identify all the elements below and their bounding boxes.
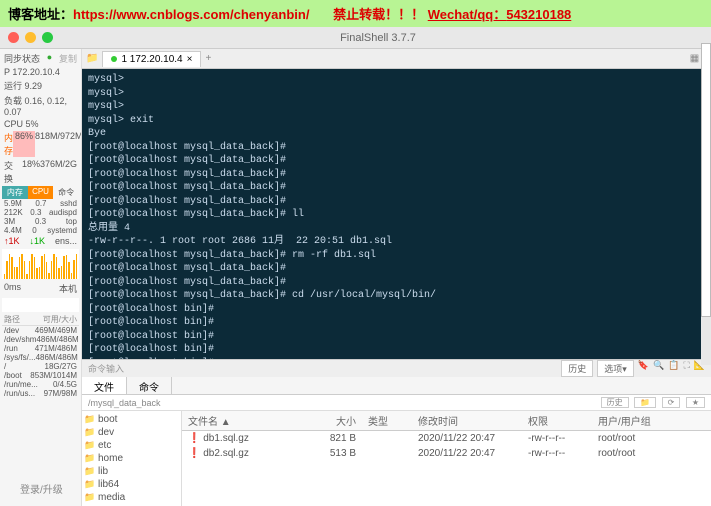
blog-url[interactable]: https://www.cnblogs.com/chenyanbin/ <box>73 7 309 22</box>
process-list: 5.9M0.7sshd212K0.3audispd3M0.3top4.4M0sy… <box>2 199 79 235</box>
terminal-footer: 命令输入 历史 选项▾ 🔖 🔍 📋 ⛶ 📐 <box>82 359 711 377</box>
scrollbar[interactable] <box>701 43 711 365</box>
star-icon[interactable]: ★ <box>686 397 705 408</box>
file-row[interactable]: ❗ db2.sql.gz513 B2020/11/22 20:47-rw-r--… <box>182 446 711 461</box>
tree-item[interactable]: boot <box>84 413 179 426</box>
expand-icon[interactable]: ⛶ <box>683 360 689 377</box>
login-link[interactable]: 登录/升级 <box>20 481 63 496</box>
folder-icon[interactable]: 📁 <box>86 53 98 64</box>
folder-tree[interactable]: bootdevetchomeliblib64mediamntmysql_data… <box>82 411 182 506</box>
close-icon[interactable] <box>8 32 19 43</box>
file-list[interactable]: 文件名 ▲ 大小 类型 修改时间 权限 用户/用户组 ❗ db1.sql.gz8… <box>182 411 711 506</box>
file-panel-tabs[interactable]: 文件 命令 <box>82 377 711 395</box>
bookmark-icon[interactable]: 🔖 <box>638 360 649 377</box>
tree-item[interactable]: etc <box>84 439 179 452</box>
search-icon[interactable]: 🔍 <box>653 360 664 377</box>
tree-item[interactable]: dev <box>84 426 179 439</box>
tree-item[interactable]: media <box>84 491 179 504</box>
maximize-icon[interactable] <box>42 32 53 43</box>
status-dot-icon <box>111 56 117 62</box>
file-row[interactable]: ❗ db1.sql.gz821 B2020/11/22 20:47-rw-r--… <box>182 431 711 446</box>
session-tabbar: 📁 1 172.20.10.4 × + ▦ ▾ <box>82 49 711 69</box>
session-tab[interactable]: 1 172.20.10.4 × <box>102 51 201 67</box>
blog-banner: 博客地址：https://www.cnblogs.com/chenyanbin/… <box>0 0 711 27</box>
status-sidebar: 同步状态 ● 复制 P 172.20.10.4 运行 9.29 负载 0.16,… <box>0 49 82 506</box>
minimize-icon[interactable] <box>25 32 36 43</box>
ping-sparkline <box>2 298 79 312</box>
tree-item[interactable]: home <box>84 452 179 465</box>
history-button[interactable]: 历史 <box>561 360 593 377</box>
tree-item[interactable]: lib64 <box>84 478 179 491</box>
history-button[interactable]: 历史 <box>601 397 629 408</box>
path-input[interactable]: /mysql_data_back <box>88 398 161 408</box>
refresh-icon[interactable]: ⟳ <box>662 397 681 408</box>
sidebar-tabs[interactable]: 内存CPU命令 <box>2 186 79 199</box>
tree-item[interactable]: lib <box>84 465 179 478</box>
window-titlebar: FinalShell 3.7.7 <box>0 27 711 49</box>
copy-icon[interactable]: 📋 <box>668 360 679 377</box>
options-button[interactable]: 选项▾ <box>597 360 634 377</box>
window-title: FinalShell 3.7.7 <box>53 32 703 44</box>
path-bar: /mysql_data_back 历史 📁 ⟳ ★ <box>82 395 711 411</box>
terminal[interactable]: mysql> mysql> mysql> mysql> exit Bye [ro… <box>82 69 711 359</box>
command-input[interactable]: 命令输入 <box>88 362 124 375</box>
add-tab-icon[interactable]: + <box>205 53 211 64</box>
network-sparkline <box>2 249 79 279</box>
close-tab-icon[interactable]: × <box>187 54 193 65</box>
folder-icon[interactable]: 📁 <box>634 397 656 408</box>
